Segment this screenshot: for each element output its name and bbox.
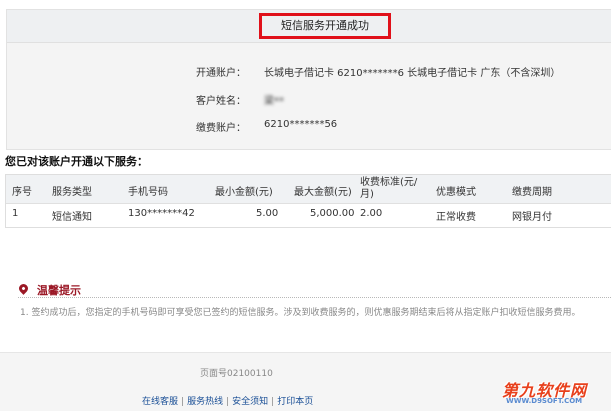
column-header-phone: 手机号码 [128,187,168,198]
link-separator: | [226,397,230,407]
table-header-row: 序号 服务类型 手机号码 最小金额(元) 最大金额(元) 收费标准(元/月) 优… [6,175,611,204]
row-max-amount: 5,000.00 [310,208,355,219]
tips-divider [18,297,611,298]
tips-title: 温馨提示 [37,284,81,297]
row-discount: 正常收费 [436,212,476,223]
column-header-discount: 优惠模式 [436,187,476,198]
service-hotline-link[interactable]: 服务热线 [187,397,223,407]
row-phone: 130*******42 [128,208,195,219]
site-watermark: 第九软件网 WWW.D9SOFT.COM [500,377,610,409]
open-account-value: 长城电子借记卡 6210*******6 长城电子借记卡 广东（不含深圳） [264,68,561,79]
row-service-type: 短信通知 [52,212,92,223]
online-service-link[interactable]: 在线客服 [142,397,178,407]
column-header-type: 服务类型 [52,187,92,198]
row-min-amount: 5.00 [256,208,279,219]
page-title: 短信服务开通成功 [259,13,391,39]
payment-account-value: 6210*******56 [264,119,338,130]
tips-text: 1. 签约成功后，您指定的手机号码即可享受您已签约的短信服务。涉及到收费服务的，… [20,308,581,318]
page-number: 页面号02100110 [200,369,273,379]
column-header-fee: 收费标准(元/月) [360,177,418,200]
column-header-cycle: 缴费周期 [512,187,552,198]
payment-account-label: 缴费账户： [196,123,246,134]
open-account-label: 开通账户： [196,68,246,79]
print-page-link[interactable]: 打印本页 [277,397,313,407]
link-separator: | [181,397,185,407]
security-notice-link[interactable]: 安全须知 [232,397,268,407]
row-index: 1 [12,208,19,219]
column-header-max-amount: 最大金额(元) [294,187,352,198]
customer-name-value: 梁** [264,96,284,107]
customer-name-label: 客户姓名： [196,96,246,107]
row-fee: 2.00 [360,208,383,219]
column-header-index: 序号 [12,187,32,198]
column-header-min-amount: 最小金额(元) [215,187,273,198]
watermark-url: WWW.D9SOFT.COM [506,397,583,405]
location-pin-icon [17,282,30,295]
services-heading: 您已对该账户开通以下服务： [5,155,148,168]
link-separator: | [271,397,275,407]
row-cycle: 网银月付 [512,212,552,223]
title-band: 短信服务开通成功 [7,10,611,43]
footer-links: 在线客服 | 服务热线 | 安全须知 | 打印本页 [142,394,313,407]
services-table: 序号 服务类型 手机号码 最小金额(元) 最大金额(元) 收费标准(元/月) 优… [5,174,611,228]
